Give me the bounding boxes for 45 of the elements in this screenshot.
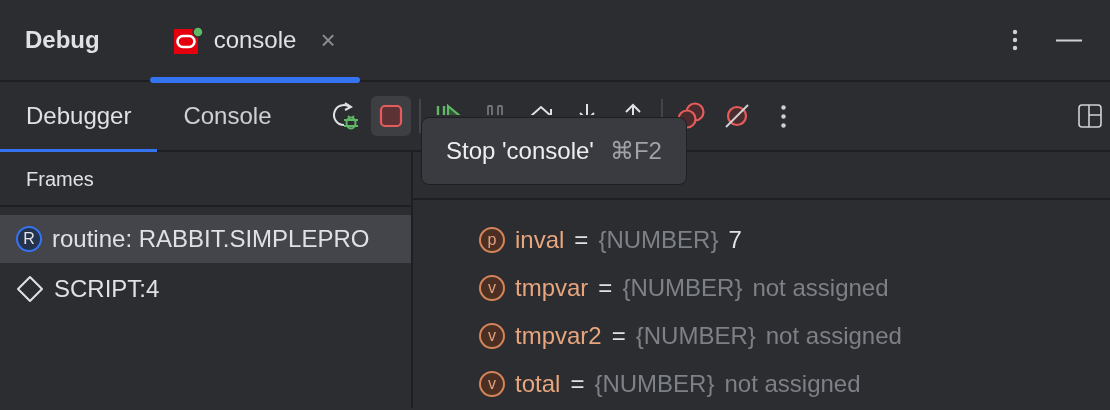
variable-icon: v [479,371,505,397]
view-tab[interactable]: Console [157,82,298,150]
step-over-icon [530,105,553,115]
more-icon[interactable] [1012,29,1018,51]
variable-type: {NUMBER} [622,273,743,303]
routine-icon: R [16,226,42,252]
view-tab[interactable]: Debugger [0,82,158,150]
variable-name: tmpvar [515,273,589,303]
session-tab[interactable]: console [213,22,297,58]
variable-value: 7 [728,225,742,255]
tooltip-text: Stop 'console' [446,136,594,166]
variable-value: not assigned [724,369,861,399]
variable-value: not assigned [765,321,902,351]
frame-label: SCRIPT:4 [54,274,160,304]
variable-type: {NUMBER} [635,321,756,351]
variable-type: {NUMBER} [598,225,719,255]
variable-icon: v [479,275,505,301]
equals-sign: = [611,321,626,351]
stop-button[interactable] [371,96,412,136]
variable-value: not assigned [752,273,889,303]
rerun-debug-icon [330,101,361,131]
more-icon [781,104,786,128]
variable-icon: p [479,227,505,253]
step-out-icon [625,102,642,115]
pause-icon [487,105,504,115]
variable-type: {NUMBER} [594,369,715,399]
variable-name: total [515,369,561,399]
shortcut-text: ⌘F2 [609,136,662,166]
equals-sign: = [574,225,589,255]
close-button[interactable]: × [320,20,336,60]
window-title: Debug [25,25,100,55]
equals-sign: = [570,369,585,399]
frame-row[interactable]: SCRIPT:4 [0,265,411,313]
equals-sign: = [598,273,613,303]
frame-label: routine: RABBIT.SIMPLEPRO [52,224,370,254]
panel-title: Frames [26,166,94,192]
minimize-icon[interactable] [1056,38,1082,42]
frame-row[interactable]: R routine: RABBIT.SIMPLEPRO [0,215,411,263]
layout-icon[interactable] [1078,104,1102,128]
step-into-icon [579,103,596,115]
diamond-icon [16,275,44,303]
variable-name: inval [515,225,565,255]
variable-name: tmpvar2 [515,321,602,351]
variable-icon: v [479,323,505,349]
resume-icon [436,104,463,115]
